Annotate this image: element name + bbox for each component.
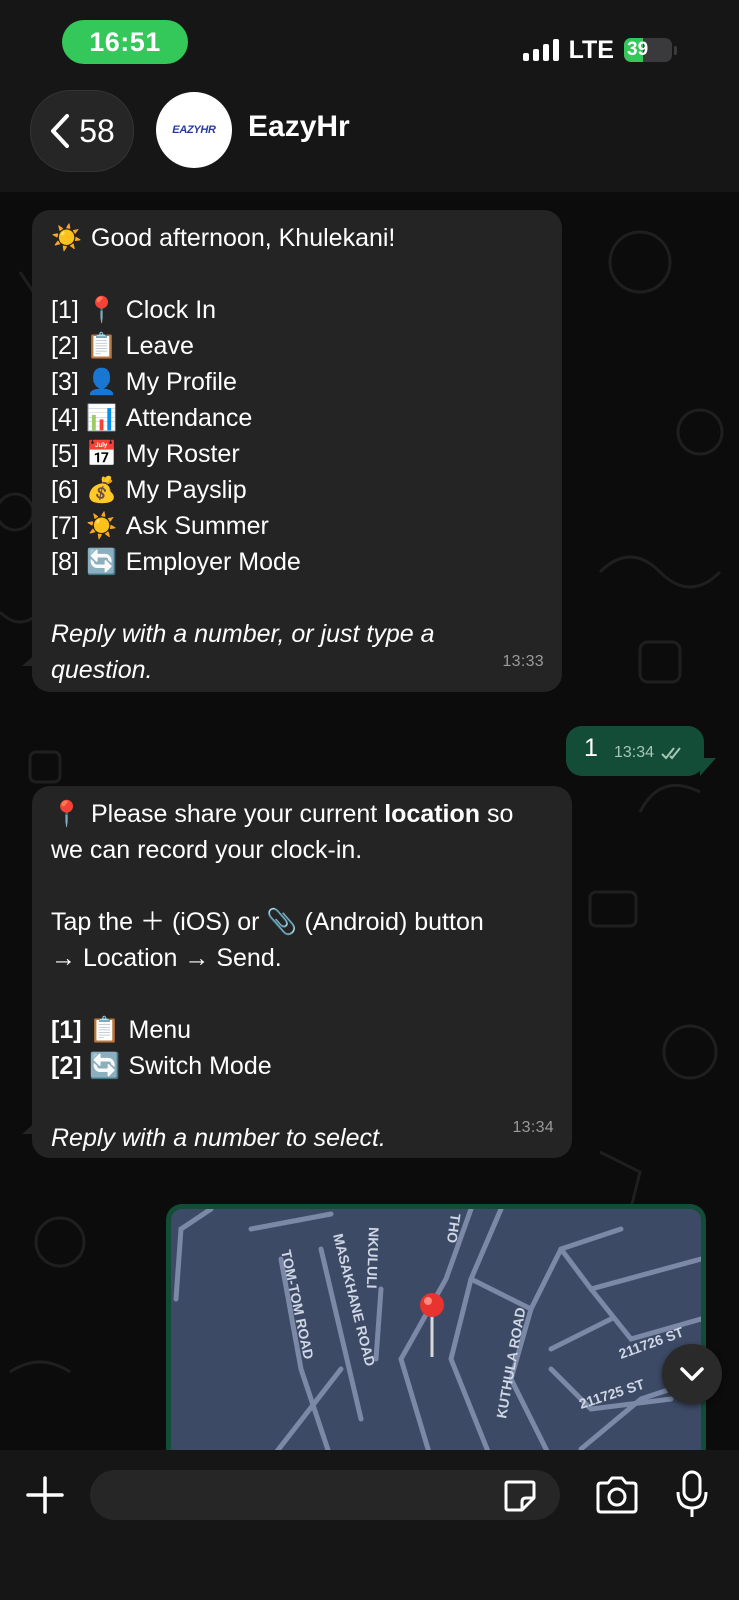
menu-item[interactable]: [1] 📍 Clock In: [51, 292, 542, 328]
menu-item-label: Ask Summer: [125, 512, 269, 540]
message-line: 📍 Please share your current location so: [51, 796, 552, 832]
menu-list: [1] 📍 Clock In [2] 📋 Leave [3] 👤 My Profile [4…: [51, 292, 542, 580]
menu-item[interactable]: [2] 📋 Leave: [51, 328, 542, 364]
chevron-left-icon: [51, 114, 70, 148]
sun-icon: ☀️: [51, 224, 83, 252]
message-line: ☀️ Good afternoon, Khulekani!: [51, 220, 542, 256]
message-input[interactable]: [90, 1470, 560, 1520]
menu-item-number: [7]: [51, 512, 79, 540]
message-footer: Reply with a number, or just type a: [51, 620, 435, 648]
chat-area[interactable]: ☀️ Good afternoon, Khulekani! [1] 📍 Clock …: [0, 192, 739, 1450]
message-footer: question.: [51, 656, 153, 684]
menu-item[interactable]: [8] 🔄 Employer Mode: [51, 544, 542, 580]
signal-strength-icon: [522, 39, 559, 61]
microphone-icon[interactable]: [674, 1470, 710, 1520]
battery-icon: 39: [624, 38, 672, 62]
double-check-icon: [660, 747, 681, 760]
menu-item-label: Leave: [125, 332, 194, 360]
menu-item-number: [3]: [51, 368, 79, 396]
menu-item[interactable]: [4] 📊 Attendance: [51, 400, 542, 436]
menu-item-emoji-icon: 📊: [86, 404, 118, 432]
menu-item-number: [1]: [51, 296, 79, 324]
chevron-down-icon: [680, 1367, 704, 1381]
incoming-message-menu[interactable]: ☀️ Good afternoon, Khulekani! [1] 📍 Clock …: [32, 210, 562, 692]
map-graphic: TOM-TOM ROAD MASAKHANE ROAD NKULULI THO …: [173, 1209, 701, 1450]
message-line: → Location → Send.: [51, 944, 282, 972]
menu-item-emoji-icon: ☀️: [86, 512, 118, 540]
message-timestamp: 13:34: [614, 744, 685, 762]
message-text: 1: [584, 734, 598, 762]
menu-item-emoji-icon: 🔄: [88, 1052, 121, 1080]
menu-item-emoji-icon: 💰: [86, 476, 118, 504]
menu-item-number: [4]: [51, 404, 79, 432]
message-timestamp: 13:34: [512, 1119, 554, 1136]
paperclip-icon: 📎: [266, 908, 298, 936]
menu-item-emoji-icon: 📅: [86, 440, 118, 468]
contact-avatar[interactable]: EAZYHR: [156, 92, 232, 168]
map-label: THO: [444, 1213, 464, 1245]
menu-item-label: Attendance: [125, 404, 253, 432]
composer-bar: [0, 1450, 739, 1600]
menu-item-emoji-icon: 📋: [86, 332, 118, 360]
option-list: [1] 📋 Menu [2] 🔄 Switch Mode: [51, 1012, 552, 1084]
menu-item-emoji-icon: 📋: [88, 1016, 121, 1044]
incoming-message-location-request[interactable]: 📍 Please share your current location so w…: [32, 786, 572, 1158]
menu-item-label: Menu: [128, 1016, 192, 1044]
message-footer: Reply with a number to select.: [51, 1124, 386, 1152]
menu-item[interactable]: [1] 📋 Menu: [51, 1012, 552, 1048]
plus-icon: [26, 1476, 64, 1514]
menu-item-label: Clock In: [125, 296, 217, 324]
menu-item-emoji-icon: 🔄: [86, 548, 118, 576]
menu-item-number: [1]: [51, 1016, 82, 1044]
menu-item-label: My Payslip: [125, 476, 247, 504]
back-button[interactable]: 58: [30, 90, 134, 172]
menu-item-number: [6]: [51, 476, 79, 504]
network-type: LTE: [568, 35, 614, 64]
contact-name[interactable]: EazyHr: [248, 110, 350, 144]
map-pin-icon: [420, 1293, 444, 1357]
outgoing-location-message[interactable]: TOM-TOM ROAD MASAKHANE ROAD NKULULI THO …: [166, 1204, 706, 1450]
menu-item[interactable]: [7] ☀️ Ask Summer: [51, 508, 542, 544]
pin-icon: 📍: [51, 800, 83, 828]
menu-item-number: [2]: [51, 332, 79, 360]
plus-glyph: ＋: [139, 908, 165, 936]
menu-item-number: [8]: [51, 548, 79, 576]
location-map[interactable]: TOM-TOM ROAD MASAKHANE ROAD NKULULI THO …: [171, 1209, 701, 1450]
sticker-icon[interactable]: [502, 1478, 538, 1514]
avatar-logo-text: EAZYHR: [172, 124, 216, 136]
menu-item-label: Switch Mode: [128, 1052, 272, 1080]
status-indicators: LTE 39: [522, 30, 677, 70]
scroll-to-bottom-button[interactable]: [662, 1344, 722, 1404]
chat-header: 58 EAZYHR EazyHr: [0, 86, 739, 192]
outgoing-message[interactable]: 1 13:34: [566, 726, 704, 776]
menu-item-number: [5]: [51, 440, 79, 468]
menu-item[interactable]: [6] 💰 My Payslip: [51, 472, 542, 508]
message-line: Tap the ＋ (iOS) or 📎 (Android) button: [51, 908, 484, 936]
menu-item[interactable]: [3] 👤 My Profile: [51, 364, 542, 400]
status-bar: 16:51 LTE 39: [0, 0, 739, 86]
menu-item-label: Employer Mode: [125, 548, 301, 576]
menu-item[interactable]: [2] 🔄 Switch Mode: [51, 1048, 552, 1084]
menu-item-emoji-icon: 📍: [86, 296, 118, 324]
menu-item-label: My Profile: [125, 368, 237, 396]
menu-item-emoji-icon: 👤: [86, 368, 118, 396]
battery-level: 39: [627, 39, 649, 60]
menu-item-label: My Roster: [125, 440, 240, 468]
message-timestamp: 13:33: [502, 653, 544, 670]
menu-item-number: [2]: [51, 1052, 82, 1080]
map-label: NKULULI: [364, 1227, 382, 1289]
message-line: we can record your clock-in.: [51, 836, 363, 864]
unread-count: 58: [79, 112, 115, 149]
attach-button[interactable]: [22, 1472, 68, 1518]
status-time: 16:51: [62, 20, 188, 64]
menu-item[interactable]: [5] 📅 My Roster: [51, 436, 542, 472]
camera-icon[interactable]: [594, 1474, 640, 1516]
